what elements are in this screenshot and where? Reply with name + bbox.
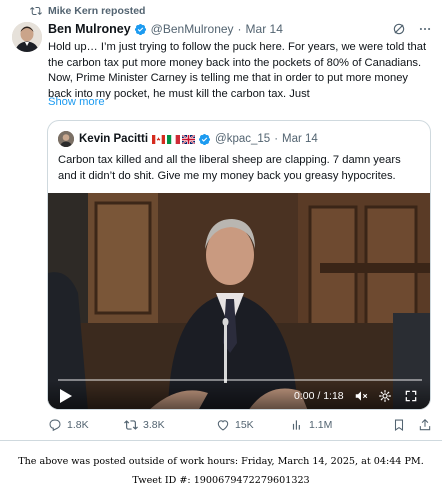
video-frame (48, 193, 430, 409)
grok-icon[interactable] (392, 22, 406, 36)
heart-icon (217, 420, 229, 431)
tweet-text: Hold up… I’m just trying to follow the p… (48, 41, 427, 100)
author-avatar[interactable] (12, 22, 42, 52)
mute-icon[interactable] (354, 389, 368, 403)
repost-indicator: Mike Kern reposted (30, 5, 145, 17)
quote-separator-dot: · (274, 133, 279, 145)
video-progress-bar[interactable] (58, 379, 422, 381)
video-controls-bar (48, 381, 430, 409)
like-button[interactable]: 15K (216, 418, 290, 432)
video-time: 0:00 / 1:18 (294, 390, 344, 402)
share-icon[interactable] (418, 418, 432, 432)
quote-author-name[interactable]: Kevin Pacitti (79, 133, 148, 145)
quote-time[interactable]: Mar 14 (282, 133, 318, 145)
author-name[interactable]: Ben Mulroney (48, 22, 131, 36)
tweet-id-note: Tweet ID #: 1900679472279601323 (132, 475, 310, 486)
posted-time-note: The above was posted outside of work hou… (18, 456, 424, 467)
bookmark-icon[interactable] (392, 418, 406, 432)
quoted-tweet[interactable]: Kevin Pacitti @kpac_15 · Mar 14 Carbon t… (47, 120, 431, 410)
show-more-link[interactable]: Show more (48, 96, 105, 108)
quote-author-handle[interactable]: @kpac_15 (215, 133, 270, 145)
tweet-header: Ben Mulroney @BenMulroney · Mar 14 (48, 21, 432, 37)
repost-count: 3.8K (143, 419, 165, 431)
verified-badge-icon (134, 23, 146, 35)
repost-action-icon (124, 420, 138, 430)
tweet-time[interactable]: Mar 14 (246, 22, 283, 36)
caption-footer: The above was posted outside of work hou… (0, 452, 442, 490)
quote-header: Kevin Pacitti @kpac_15 · Mar 14 (58, 131, 318, 147)
italy-flag-icon (167, 134, 181, 144)
fullscreen-icon[interactable] (404, 389, 418, 403)
action-bar: 1.8K 3.8K 15K 1.1M (48, 416, 432, 434)
more-icon[interactable] (418, 22, 432, 36)
views-icon (292, 420, 300, 430)
quote-verified-badge-icon (198, 133, 211, 145)
share-actions (392, 418, 432, 432)
views-count: 1.1M (309, 419, 333, 431)
reply-button[interactable]: 1.8K (48, 418, 124, 432)
repost-button[interactable]: 3.8K (124, 418, 216, 432)
header-actions (392, 22, 432, 36)
reply-icon (49, 419, 61, 432)
play-icon[interactable] (60, 389, 72, 403)
tweet-card[interactable]: Mike Kern reposted Ben Mulroney @BenMulr… (0, 0, 442, 441)
separator-dot: · (237, 22, 242, 36)
settings-icon[interactable] (378, 389, 392, 403)
uk-flag-icon (182, 134, 196, 144)
video-player[interactable]: 0:00 / 1:18 (48, 193, 430, 409)
repost-label[interactable]: Mike Kern reposted (48, 5, 145, 17)
author-handle[interactable]: @BenMulroney (151, 22, 234, 36)
repost-icon (30, 6, 42, 16)
flag-emojis (152, 134, 196, 144)
quote-text: Carbon tax killed and all the liberal sh… (58, 154, 401, 182)
views-button[interactable]: 1.1M (290, 418, 376, 432)
canada-flag-icon (152, 134, 166, 144)
like-count: 15K (235, 419, 254, 431)
reply-count: 1.8K (67, 419, 89, 431)
quote-author-avatar[interactable] (58, 131, 74, 147)
